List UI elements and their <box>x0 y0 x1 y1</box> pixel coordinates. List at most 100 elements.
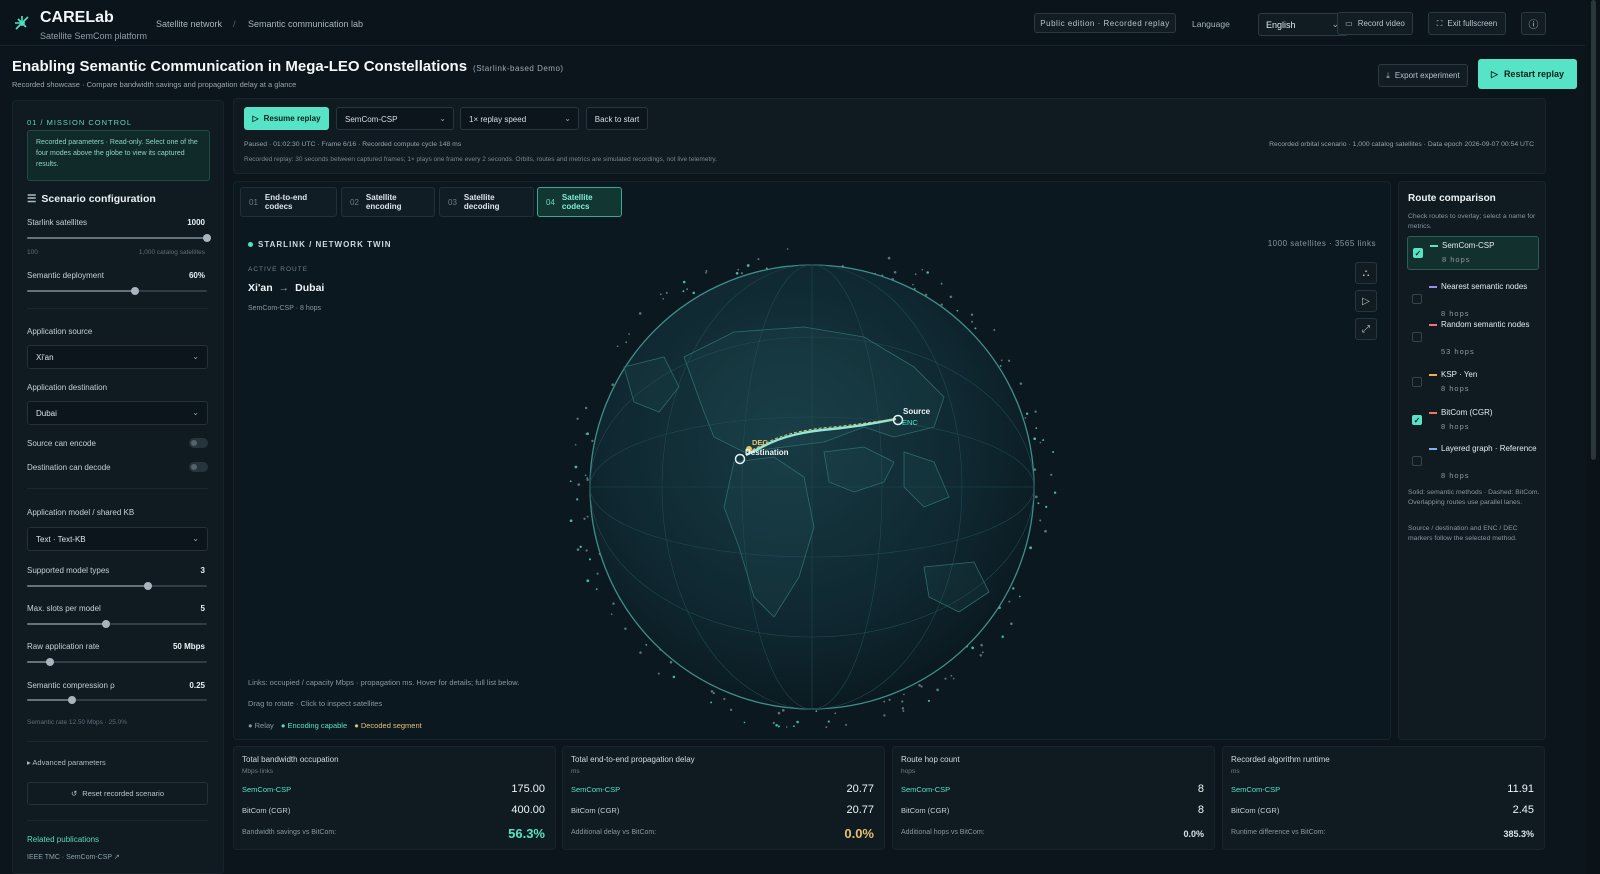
model-types-slider[interactable] <box>27 582 207 590</box>
route-item[interactable]: Nearest semantic nodes 8 hops <box>1407 278 1539 318</box>
satellite-dot[interactable] <box>1037 502 1040 505</box>
satellite-dot[interactable] <box>918 683 921 687</box>
route-name[interactable]: SemCom-CSP <box>1442 240 1538 252</box>
satellite-dot[interactable] <box>901 700 904 703</box>
globe-visualization[interactable]: Source ENC DEC Destination <box>564 237 1064 737</box>
info-button[interactable]: ⓘ <box>1521 12 1546 35</box>
satellite-dot[interactable] <box>628 333 631 335</box>
speed-select[interactable]: 1× replay speed ⌄ <box>460 107 579 130</box>
satellite-dot[interactable] <box>981 651 984 654</box>
satellite-dot[interactable] <box>1000 359 1003 362</box>
satellite-dot[interactable] <box>1053 491 1057 494</box>
satellite-dot[interactable] <box>669 660 673 664</box>
route-name[interactable]: Nearest semantic nodes <box>1441 281 1537 293</box>
satellite-dot[interactable] <box>926 271 929 274</box>
route-item[interactable]: Random semantic nodes 53 hops <box>1407 316 1539 362</box>
breadcrumb-satellite-network[interactable]: Satellite network <box>156 19 222 29</box>
satellite-dot[interactable] <box>740 272 743 275</box>
satellite-dot[interactable] <box>596 572 599 575</box>
method-select[interactable]: SemCom-CSP ⌄ <box>336 107 454 130</box>
satellite-dot[interactable] <box>1034 410 1037 413</box>
satellite-dot[interactable] <box>999 365 1002 367</box>
route-checkbox[interactable]: ✓ <box>1413 248 1423 258</box>
expand-button[interactable]: ⤢ <box>1355 318 1377 340</box>
satellite-dot[interactable] <box>672 675 676 679</box>
satellite-dot[interactable] <box>952 677 955 680</box>
satellite-dot[interactable] <box>586 579 590 583</box>
raw-rate-slider[interactable] <box>27 658 207 666</box>
scrollbar-thumb[interactable] <box>1591 0 1596 460</box>
satellite-dot[interactable] <box>936 688 939 692</box>
slider-handle[interactable] <box>203 234 211 242</box>
satellite-dot[interactable] <box>682 290 685 293</box>
metric-method-a[interactable]: SemCom-CSP <box>901 785 950 794</box>
route-name[interactable]: Layered graph · Reference <box>1441 443 1537 455</box>
satellite-dot[interactable] <box>1039 519 1042 522</box>
satellite-dot[interactable] <box>971 646 975 650</box>
satellite-dot[interactable] <box>834 712 837 715</box>
satellite-dot[interactable] <box>777 725 780 728</box>
satellite-dot[interactable] <box>1008 600 1011 603</box>
satellite-dot[interactable] <box>921 268 924 271</box>
satellite-dot[interactable] <box>657 672 660 675</box>
slider-handle[interactable] <box>46 658 55 666</box>
satellite-dot[interactable] <box>659 293 662 296</box>
satellite-dot[interactable] <box>585 549 588 552</box>
satellite-dot[interactable] <box>781 708 785 712</box>
satellite-dot[interactable] <box>1039 441 1042 444</box>
satellite-dot[interactable] <box>576 498 579 501</box>
satellite-dot[interactable] <box>735 271 739 275</box>
satellite-dot[interactable] <box>1024 417 1027 419</box>
satellite-dot[interactable] <box>920 685 923 688</box>
route-item[interactable]: ✓ BitCom (CGR) 8 hops <box>1407 404 1539 436</box>
metric-method-a[interactable]: SemCom-CSP <box>242 785 291 794</box>
satellite-dot[interactable] <box>638 312 642 315</box>
satellite-dot[interactable] <box>729 708 733 712</box>
satellite-dot[interactable] <box>1007 359 1011 362</box>
breadcrumb-semantic-lab[interactable]: Semantic communication lab <box>248 19 363 29</box>
route-item[interactable]: Layered graph · Reference 8 hops <box>1407 440 1539 484</box>
metric-method-b[interactable]: BitCom (CGR) <box>242 806 290 815</box>
tab-satellite-encoding[interactable]: 02 Satellite encoding <box>341 187 435 217</box>
max-slots-slider[interactable] <box>27 620 207 628</box>
satellite-dot[interactable] <box>786 248 789 250</box>
app-destination-select[interactable]: Dubai ⌄ <box>27 401 208 425</box>
back-to-start-button[interactable]: Back to start <box>586 107 648 130</box>
satellite-dot[interactable] <box>576 417 579 420</box>
publication-link[interactable]: IEEE TMC · SemCom-CSP ↗ <box>27 853 120 861</box>
satellite-dot[interactable] <box>611 383 615 387</box>
satellite-dot[interactable] <box>1012 587 1015 590</box>
page-scrollbar[interactable] <box>1587 0 1600 874</box>
exit-fullscreen-button[interactable]: ⛶ Exit fullscreen <box>1428 12 1506 35</box>
satellite-dot[interactable] <box>980 643 983 647</box>
tab-satellite-codecs[interactable]: 04 Satellite codecs <box>537 187 622 217</box>
satellite-dot[interactable] <box>639 651 642 654</box>
slider-handle[interactable] <box>131 287 139 295</box>
satellite-dot[interactable] <box>574 465 578 469</box>
satellite-dot[interactable] <box>1025 412 1029 415</box>
satellite-dot[interactable] <box>746 264 750 267</box>
route-name[interactable]: BitCom (CGR) <box>1441 407 1537 419</box>
dest-decode-toggle[interactable] <box>189 462 208 472</box>
satellite-dot[interactable] <box>825 726 828 729</box>
route-checkbox[interactable] <box>1412 377 1422 387</box>
advanced-parameters-toggle[interactable]: ▸ Advanced parameters <box>27 758 106 767</box>
satellite-dot[interactable] <box>585 433 588 436</box>
satellite-dot[interactable] <box>1018 595 1021 598</box>
satellite-dot[interactable] <box>927 699 930 702</box>
satellite-dot[interactable] <box>625 341 628 344</box>
satellite-dot[interactable] <box>569 480 572 483</box>
satellite-dot[interactable] <box>903 693 905 696</box>
satellite-dot[interactable] <box>577 483 581 486</box>
metric-method-b[interactable]: BitCom (CGR) <box>901 806 949 815</box>
satellite-dot[interactable] <box>827 720 830 723</box>
satellite-dot[interactable] <box>979 654 983 657</box>
route-checkbox[interactable] <box>1412 332 1422 342</box>
satellite-dot[interactable] <box>974 327 977 330</box>
satellite-dot[interactable] <box>682 280 686 284</box>
language-select[interactable]: English ⌄ <box>1258 13 1348 36</box>
satellite-dot[interactable] <box>888 698 891 701</box>
satellite-dot[interactable] <box>586 477 589 480</box>
satellite-dot[interactable] <box>723 697 726 701</box>
satellite-dot[interactable] <box>1050 473 1053 476</box>
